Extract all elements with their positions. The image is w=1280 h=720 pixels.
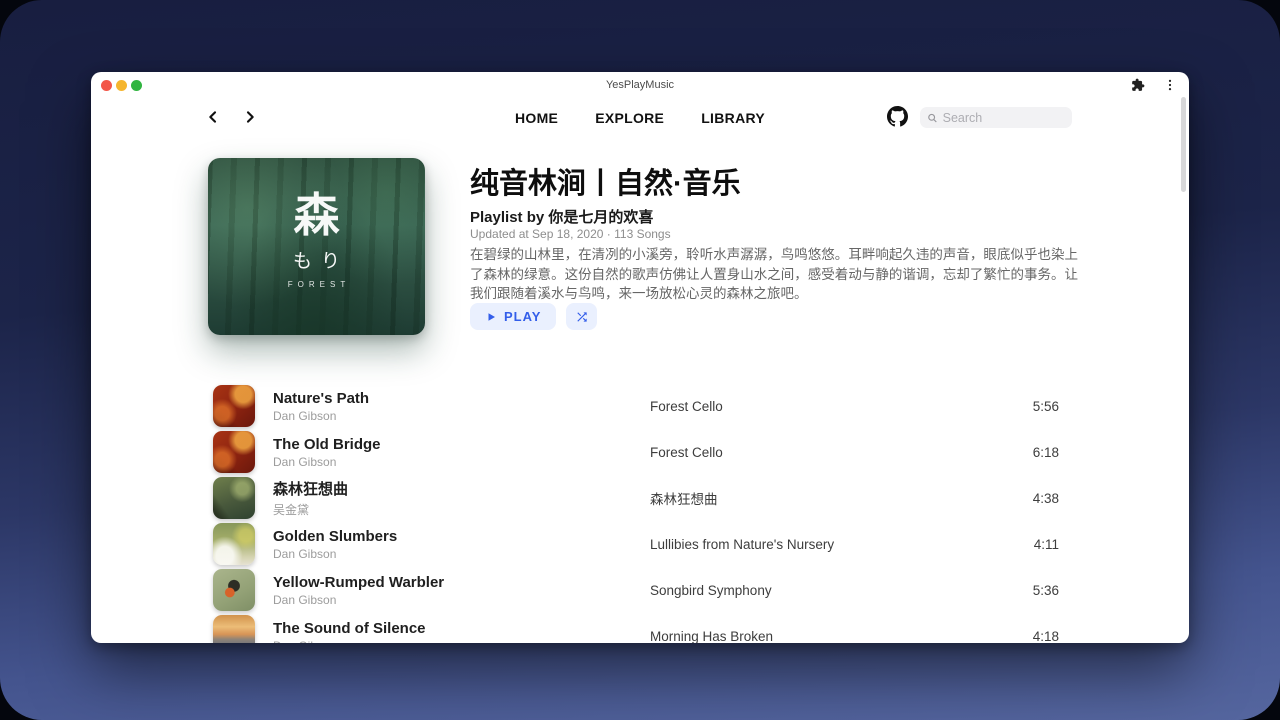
track-album: Forest Cello [650,445,1001,460]
playlist-description: 在碧绿的山林里，在清冽的小溪旁，聆听水声潺潺，鸟鸣悠悠。耳畔响起久违的声音，眼底… [470,245,1078,304]
track-row[interactable]: 森林狂想曲 吴金黛 森林狂想曲 4:38 [213,475,1059,521]
puzzle-icon[interactable] [1131,78,1145,92]
playlist-title: 纯音林涧丨自然·音乐 [470,160,741,202]
track-artist: 吴金黛 [273,501,650,518]
shuffle-button[interactable] [566,303,597,330]
track-title: Nature's Path [273,390,650,407]
search-box [920,107,1072,128]
track-album: Lullibies from Nature's Nursery [650,537,1001,552]
track-duration: 4:38 [1001,491,1059,506]
window-title: YesPlayMusic [91,79,1189,91]
track-duration: 4:11 [1001,537,1059,552]
cover-kana: もり [284,246,349,273]
magnifier-icon [927,112,938,124]
search-input[interactable] [943,111,1065,125]
app-window: YesPlayMusic HOME EXPLORE LIBRARY 森 もり F… [91,72,1189,643]
cover-caption: FOREST [283,280,350,289]
playlist-meta: Updated at Sep 18, 2020 · 113 Songs [470,227,671,241]
playlist-cover: 森 もり FOREST [208,158,425,335]
track-duration: 4:18 [1001,629,1059,644]
track-art [213,615,255,643]
track-list: Nature's Path Dan Gibson Forest Cello 5:… [213,383,1059,643]
play-triangle-icon [485,311,497,323]
track-row[interactable]: Nature's Path Dan Gibson Forest Cello 5:… [213,383,1059,429]
track-album: Forest Cello [650,399,1001,414]
track-art [213,385,255,427]
playlist-byline: Playlist by 你是七月的欢喜 [470,206,653,227]
track-artist: Dan Gibson [273,593,650,607]
nav-item-library[interactable]: LIBRARY [701,110,765,126]
track-row[interactable]: Golden Slumbers Dan Gibson Lullibies fro… [213,521,1059,567]
track-art [213,431,255,473]
track-art [213,477,255,519]
track-duration: 5:36 [1001,583,1059,598]
track-album: 森林狂想曲 [650,488,1001,508]
play-button[interactable]: PLAY [470,303,556,330]
track-artist: Dan Gibson [273,547,650,561]
track-art [213,523,255,565]
track-title: 森林狂想曲 [273,478,650,499]
track-title: Yellow-Rumped Warbler [273,574,650,591]
track-artist: Dan Gibson [273,639,650,644]
track-artist: Dan Gibson [273,409,650,423]
track-artist: Dan Gibson [273,455,650,469]
shuffle-icon [575,310,589,324]
track-art [213,569,255,611]
track-duration: 5:56 [1001,399,1059,414]
track-title: Golden Slumbers [273,528,650,545]
kebab-menu-icon[interactable] [1163,78,1177,92]
track-row[interactable]: Yellow-Rumped Warbler Dan Gibson Songbir… [213,567,1059,613]
track-album: Morning Has Broken [650,629,1001,644]
track-duration: 6:18 [1001,445,1059,460]
scrollbar-thumb[interactable] [1181,97,1186,192]
track-title: The Old Bridge [273,436,650,453]
github-icon[interactable] [887,106,908,127]
play-button-label: PLAY [504,309,541,324]
track-row[interactable]: The Sound of Silence Dan Gibson Morning … [213,613,1059,643]
nav-item-explore[interactable]: EXPLORE [595,110,664,126]
nav-item-home[interactable]: HOME [515,110,558,126]
track-title: The Sound of Silence [273,620,650,637]
track-album: Songbird Symphony [650,583,1001,598]
track-row[interactable]: The Old Bridge Dan Gibson Forest Cello 6… [213,429,1059,475]
cover-kanji: 森 [293,192,339,238]
